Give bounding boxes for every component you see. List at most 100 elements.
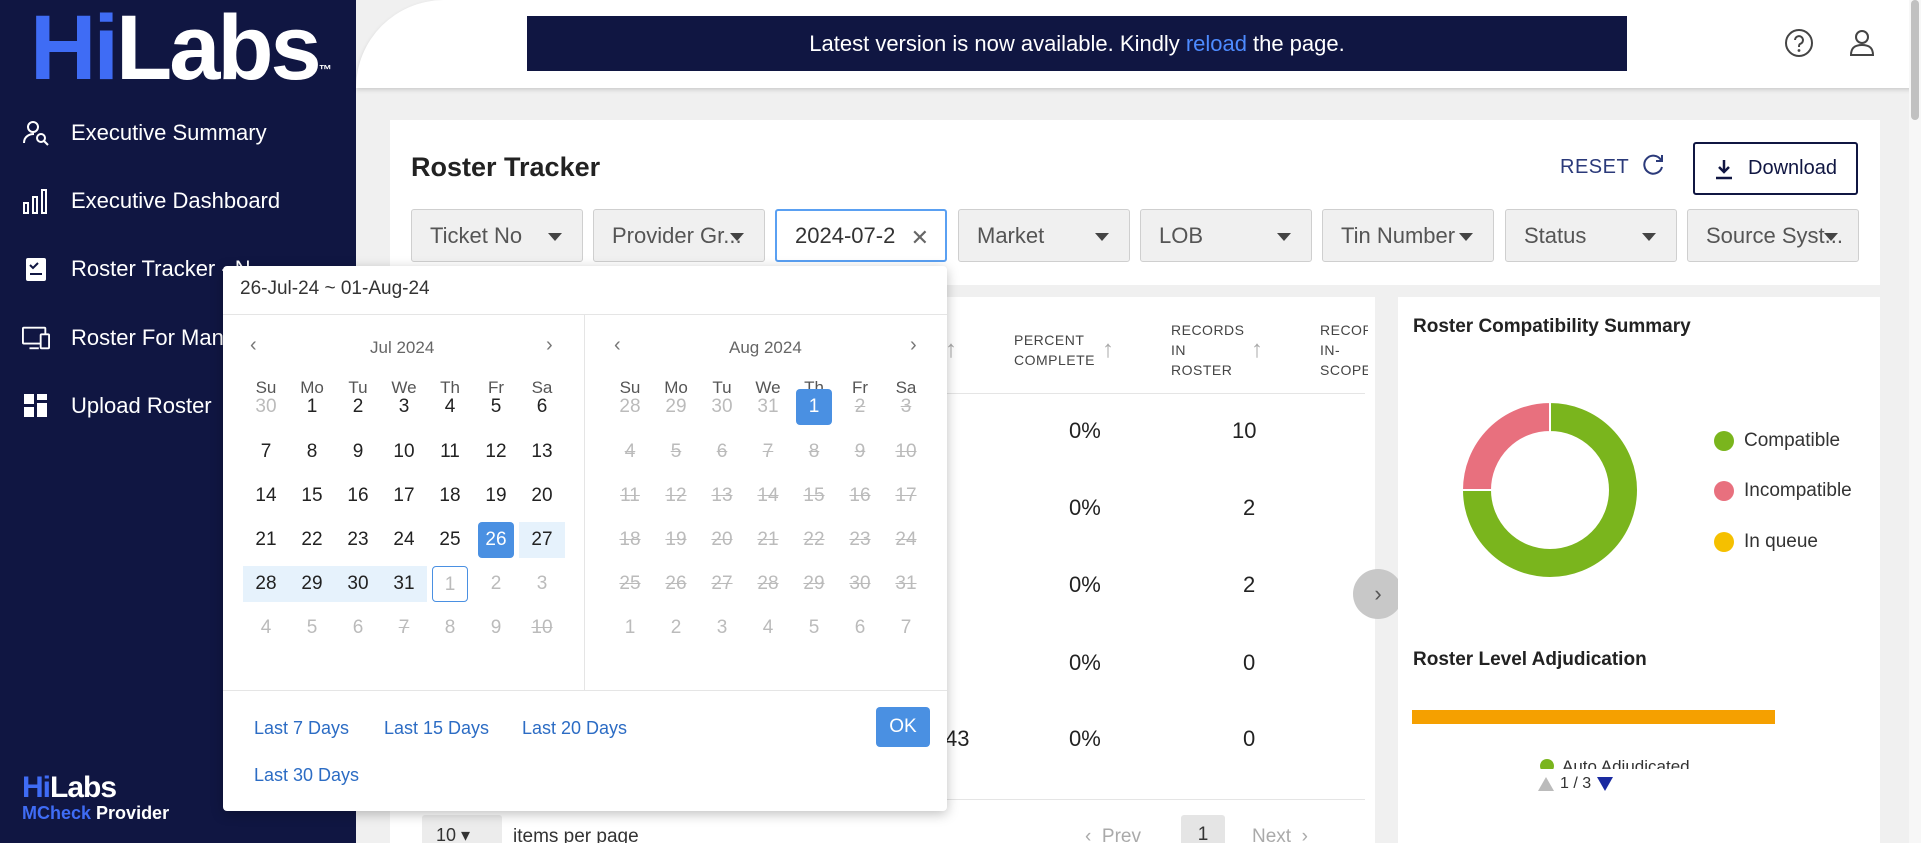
legend-next-icon[interactable] xyxy=(1597,777,1614,791)
column-header-percent-complete[interactable]: PERCENT COMPLETE xyxy=(1014,330,1095,370)
prev-month-icon[interactable]: ‹ xyxy=(614,334,621,357)
column-header-records-in-scope[interactable]: RECOR IN- SCOPE xyxy=(1320,320,1368,380)
jul-day-cell[interactable]: 1 xyxy=(294,389,330,425)
jul-day-cell[interactable]: 9 xyxy=(340,434,376,470)
jul-day-cell[interactable]: 11 xyxy=(432,434,468,470)
jul-day-cell[interactable]: 10 xyxy=(386,434,422,470)
sort-arrow-icon[interactable]: ↑ xyxy=(1102,336,1114,364)
legend-auto-adjudicated[interactable]: Auto Adjudicated xyxy=(1540,757,1690,769)
next-month-icon[interactable]: › xyxy=(910,334,917,357)
jul-day-cell[interactable]: 29 xyxy=(289,566,335,602)
jul-day-cell[interactable]: 30 xyxy=(335,566,381,602)
ok-button[interactable]: OK xyxy=(876,707,930,747)
quick-last-15-days[interactable]: Last 15 Days xyxy=(384,718,489,739)
items-per-page-select[interactable]: 10 ▾ xyxy=(422,815,502,843)
jul-day-cell[interactable]: 27 xyxy=(519,522,565,558)
aug-day-cell[interactable]: 3 xyxy=(704,610,740,646)
page-number-button[interactable]: 1 xyxy=(1181,815,1225,843)
legend-compatible[interactable]: Compatible xyxy=(1714,430,1840,452)
jul-day-cell[interactable]: 17 xyxy=(386,478,422,514)
aug-day-cell[interactable]: 30 xyxy=(704,389,740,425)
source-system-select[interactable]: Source Syst... xyxy=(1687,209,1859,262)
jul-day-cell[interactable]: 25 xyxy=(432,522,468,558)
jul-day-cell[interactable]: 9 xyxy=(478,610,514,646)
jul-day-cell[interactable]: 21 xyxy=(248,522,284,558)
jul-day-cell[interactable]: 1 xyxy=(432,566,468,602)
next-month-icon[interactable]: › xyxy=(546,334,553,357)
left-month-title[interactable]: Jul 2024 xyxy=(370,338,434,358)
legend-incompatible[interactable]: Incompatible xyxy=(1714,480,1852,502)
tin-number-select[interactable]: Tin Number xyxy=(1322,209,1494,262)
provider-group-select[interactable]: Provider Gr... xyxy=(593,209,765,262)
jul-day-cell[interactable]: 15 xyxy=(294,478,330,514)
jul-day-cell[interactable]: 19 xyxy=(478,478,514,514)
sidebar-item-roster-tracker[interactable]: Roster Tracker - N xyxy=(22,249,251,289)
aug-day-cell[interactable]: 29 xyxy=(658,389,694,425)
aug-day-cell[interactable]: 1 xyxy=(612,610,648,646)
jul-day-cell[interactable]: 5 xyxy=(478,389,514,425)
sidebar-item-roster-for-manual[interactable]: Roster For Man xyxy=(22,318,224,358)
sidebar-item-executive-dashboard[interactable]: Executive Dashboard xyxy=(22,181,280,221)
aug-day-cell[interactable]: 7 xyxy=(888,610,924,646)
jul-day-cell[interactable]: 30 xyxy=(248,389,284,425)
sidebar-item-upload-roster[interactable]: Upload Roster xyxy=(22,386,212,426)
market-select[interactable]: Market xyxy=(958,209,1130,262)
right-month-title[interactable]: Aug 2024 xyxy=(729,338,802,358)
jul-day-cell[interactable]: 3 xyxy=(524,566,560,602)
lob-select[interactable]: LOB xyxy=(1140,209,1312,262)
sort-arrow-icon[interactable]: ↑ xyxy=(1251,336,1263,364)
quick-last-7-days[interactable]: Last 7 Days xyxy=(254,718,349,739)
reset-button[interactable]: RESET xyxy=(1560,156,1629,179)
jul-day-cell[interactable]: 26 xyxy=(478,522,514,558)
jul-day-cell[interactable]: 8 xyxy=(294,434,330,470)
aug-day-cell[interactable]: 2 xyxy=(658,610,694,646)
jul-day-cell[interactable]: 20 xyxy=(524,478,560,514)
legend-in-queue[interactable]: In queue xyxy=(1714,531,1818,553)
help-icon[interactable] xyxy=(1784,28,1814,58)
jul-day-cell[interactable]: 3 xyxy=(386,389,422,425)
jul-day-cell[interactable]: 2 xyxy=(340,389,376,425)
user-icon[interactable] xyxy=(1847,28,1877,58)
prev-month-icon[interactable]: ‹ xyxy=(250,334,257,357)
reload-link[interactable]: reload xyxy=(1186,31,1247,57)
jul-day-cell[interactable]: 28 xyxy=(243,566,289,602)
aug-day-cell[interactable]: 1 xyxy=(796,389,832,425)
aug-day-cell[interactable]: 31 xyxy=(750,389,786,425)
jul-day-cell[interactable]: 8 xyxy=(432,610,468,646)
jul-day-cell[interactable]: 22 xyxy=(294,522,330,558)
sidebar-item-executive-summary[interactable]: Executive Summary xyxy=(22,113,267,153)
prev-page-button[interactable]: ‹ Prev xyxy=(1085,826,1141,843)
next-page-button[interactable]: Next › xyxy=(1252,826,1308,843)
page-scrollbar[interactable] xyxy=(1909,0,1921,843)
refresh-icon[interactable] xyxy=(1640,152,1666,178)
jul-day-cell[interactable]: 23 xyxy=(340,522,376,558)
jul-day-cell[interactable]: 31 xyxy=(381,566,427,602)
quick-last-30-days[interactable]: Last 30 Days xyxy=(254,765,359,786)
jul-day-cell[interactable]: 4 xyxy=(248,610,284,646)
jul-day-cell[interactable]: 12 xyxy=(478,434,514,470)
column-header-records-in-roster[interactable]: RECORDS IN ROSTER xyxy=(1171,320,1245,380)
jul-day-cell[interactable]: 18 xyxy=(432,478,468,514)
quick-last-20-days[interactable]: Last 20 Days xyxy=(522,718,627,739)
jul-day-cell[interactable]: 4 xyxy=(432,389,468,425)
jul-day-cell[interactable]: 6 xyxy=(524,389,560,425)
donut-slice-incompatible[interactable] xyxy=(1460,400,1551,491)
jul-day-cell[interactable]: 16 xyxy=(340,478,376,514)
jul-day-cell[interactable]: 13 xyxy=(524,434,560,470)
legend-prev-icon[interactable] xyxy=(1538,777,1554,791)
jul-day-cell[interactable]: 24 xyxy=(386,522,422,558)
jul-day-cell[interactable]: 6 xyxy=(340,610,376,646)
jul-day-cell[interactable]: 2 xyxy=(478,566,514,602)
scrollbar-thumb[interactable] xyxy=(1911,0,1919,120)
aug-day-cell[interactable]: 6 xyxy=(842,610,878,646)
aug-day-cell[interactable]: 5 xyxy=(796,610,832,646)
status-select[interactable]: Status xyxy=(1505,209,1677,262)
date-range-input[interactable]: 2024-07-2 ✕ xyxy=(775,209,947,262)
scroll-right-button[interactable]: › xyxy=(1353,569,1403,619)
jul-day-cell[interactable]: 7 xyxy=(248,434,284,470)
clear-icon[interactable]: ✕ xyxy=(911,225,929,251)
ticket-no-select[interactable]: Ticket No xyxy=(411,209,583,262)
aug-day-cell[interactable]: 4 xyxy=(750,610,786,646)
aug-day-cell[interactable]: 28 xyxy=(612,389,648,425)
download-button[interactable]: Download xyxy=(1693,142,1858,195)
